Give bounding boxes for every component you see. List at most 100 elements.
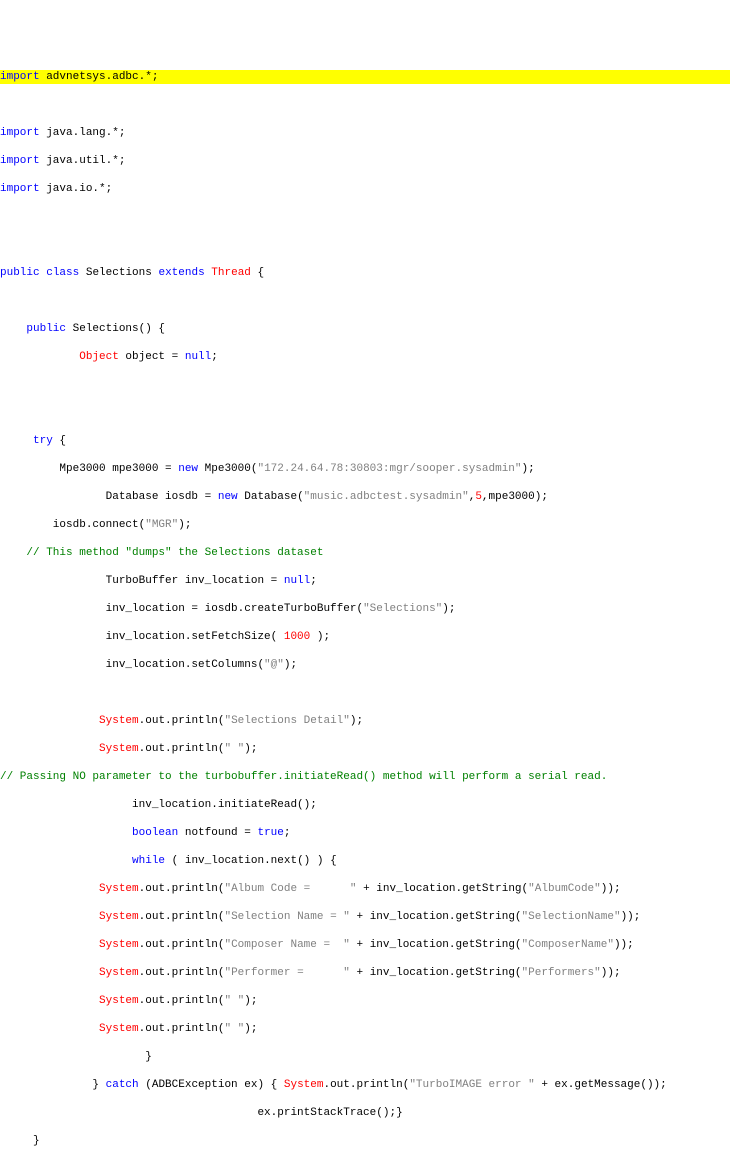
string-literal: "Performers" [522, 967, 601, 979]
code-line [0, 378, 730, 392]
code-text: Database iosdb = [0, 491, 218, 503]
code-line: // This method "dumps" the Selections da… [0, 546, 730, 560]
code-line: inv_location = iosdb.createTurboBuffer("… [0, 602, 730, 616]
code-text: .out.println( [139, 995, 225, 1007]
code-text: Selections [86, 267, 159, 279]
code-line: Database iosdb = new Database("music.adb… [0, 490, 730, 504]
code-line: System.out.println("Selection Name = " +… [0, 910, 730, 924]
code-text: )); [601, 967, 621, 979]
code-text: } [0, 1051, 152, 1063]
string-literal: "Composer Name = " [224, 939, 349, 951]
keyword: boolean [132, 827, 178, 839]
string-literal: "TurboIMAGE error " [409, 1079, 534, 1091]
code-line: import java.util.*; [0, 154, 730, 168]
code-line: public Selections() { [0, 322, 730, 336]
code-text: )); [601, 883, 621, 895]
string-literal: "MGR" [145, 519, 178, 531]
keyword: import [0, 127, 40, 139]
code-text: ,mpe3000); [482, 491, 548, 503]
code-text: )); [621, 911, 641, 923]
code-line: } [0, 1134, 730, 1148]
string-literal: "@" [264, 659, 284, 671]
code-text: notfound = [178, 827, 257, 839]
keyword: public [26, 323, 66, 335]
code-line: System.out.println("Selections Detail"); [0, 714, 730, 728]
class-name: System [99, 995, 139, 1007]
code-text: ( inv_location.next() ) { [165, 855, 337, 867]
code-text: )); [614, 939, 634, 951]
code-text: .out.println( [139, 715, 225, 727]
string-literal: "Selections" [363, 603, 442, 615]
class-name: Thread [211, 267, 251, 279]
code-text: .out.println( [139, 939, 225, 951]
code-line: System.out.println("Performer = " + inv_… [0, 966, 730, 980]
code-line: System.out.println(" "); [0, 1022, 730, 1036]
number-literal: 5 [475, 491, 482, 503]
string-literal: "SelectionName" [522, 911, 621, 923]
code-text: } [0, 1135, 40, 1147]
code-line: TurboBuffer inv_location = null; [0, 574, 730, 588]
code-text: } [0, 1079, 106, 1091]
code-text: ; [211, 351, 218, 363]
code-line: import java.lang.*; [0, 126, 730, 140]
code-line: import java.io.*; [0, 182, 730, 196]
code-line-highlight: import advnetsys.adbc.*; [0, 70, 730, 84]
keyword: extends [158, 267, 204, 279]
comment: // This method "dumps" the Selections da… [0, 547, 323, 559]
code-line: System.out.println("Album Code = " + inv… [0, 882, 730, 896]
code-line: try { [0, 434, 730, 448]
code-text: { [53, 435, 66, 447]
keyword: true [257, 827, 283, 839]
code-line: while ( inv_location.next() ) { [0, 854, 730, 868]
code-text: object = [119, 351, 185, 363]
code-text: inv_location.setFetchSize( [0, 631, 284, 643]
code-text: java.util.*; [40, 155, 126, 167]
comment: // Passing NO parameter to the turbobuff… [0, 771, 607, 783]
code-text: iosdb.connect( [0, 519, 145, 531]
code-line: inv_location.setColumns("@"); [0, 658, 730, 672]
keyword: catch [106, 1079, 139, 1091]
code-line: inv_location.initiateRead(); [0, 798, 730, 812]
code-text: inv_location = iosdb.createTurboBuffer( [0, 603, 363, 615]
string-literal: "Selections Detail" [224, 715, 349, 727]
code-line: System.out.println(" "); [0, 994, 730, 1008]
code-line [0, 238, 730, 252]
code-line: } [0, 1050, 730, 1064]
string-literal: " " [224, 995, 244, 1007]
code-text: .out.println( [139, 883, 225, 895]
code-text: ); [442, 603, 455, 615]
class-name: System [99, 883, 139, 895]
string-literal: "AlbumCode" [528, 883, 601, 895]
code-line: } catch (ADBCException ex) { System.out.… [0, 1078, 730, 1092]
code-block: import advnetsys.adbc.*; import java.lan… [0, 56, 730, 1156]
class-name: System [99, 715, 139, 727]
code-text: Mpe3000 mpe3000 = [0, 463, 178, 475]
code-line: public class Selections extends Thread { [0, 266, 730, 280]
code-text: Mpe3000( [198, 463, 257, 475]
string-literal: "ComposerName" [522, 939, 614, 951]
class-name: System [99, 911, 139, 923]
code-text: .out.println( [323, 1079, 409, 1091]
code-line: Object object = null; [0, 350, 730, 364]
keyword: import [0, 155, 40, 167]
code-text: + inv_location.getString( [350, 911, 522, 923]
code-text: ); [244, 995, 257, 1007]
code-text: (ADBCException ex) { [139, 1079, 284, 1091]
code-text: + inv_location.getString( [350, 967, 522, 979]
class-name: System [99, 743, 139, 755]
string-literal: "music.adbctest.sysadmin" [304, 491, 469, 503]
code-text: TurboBuffer inv_location = [0, 575, 284, 587]
code-text: inv_location.setColumns( [0, 659, 264, 671]
keyword: import [0, 71, 40, 83]
string-literal: "172.24.64.78:30803:mgr/sooper.sysadmin" [257, 463, 521, 475]
string-literal: "Selection Name = " [224, 911, 349, 923]
code-text: ); [244, 743, 257, 755]
code-line [0, 210, 730, 224]
code-text: java.io.*; [40, 183, 113, 195]
code-text: java.lang.*; [40, 127, 126, 139]
code-text: + ex.getMessage()); [535, 1079, 667, 1091]
string-literal: " " [224, 1023, 244, 1035]
class-name: System [99, 967, 139, 979]
code-line: System.out.println(" "); [0, 742, 730, 756]
code-line [0, 406, 730, 420]
